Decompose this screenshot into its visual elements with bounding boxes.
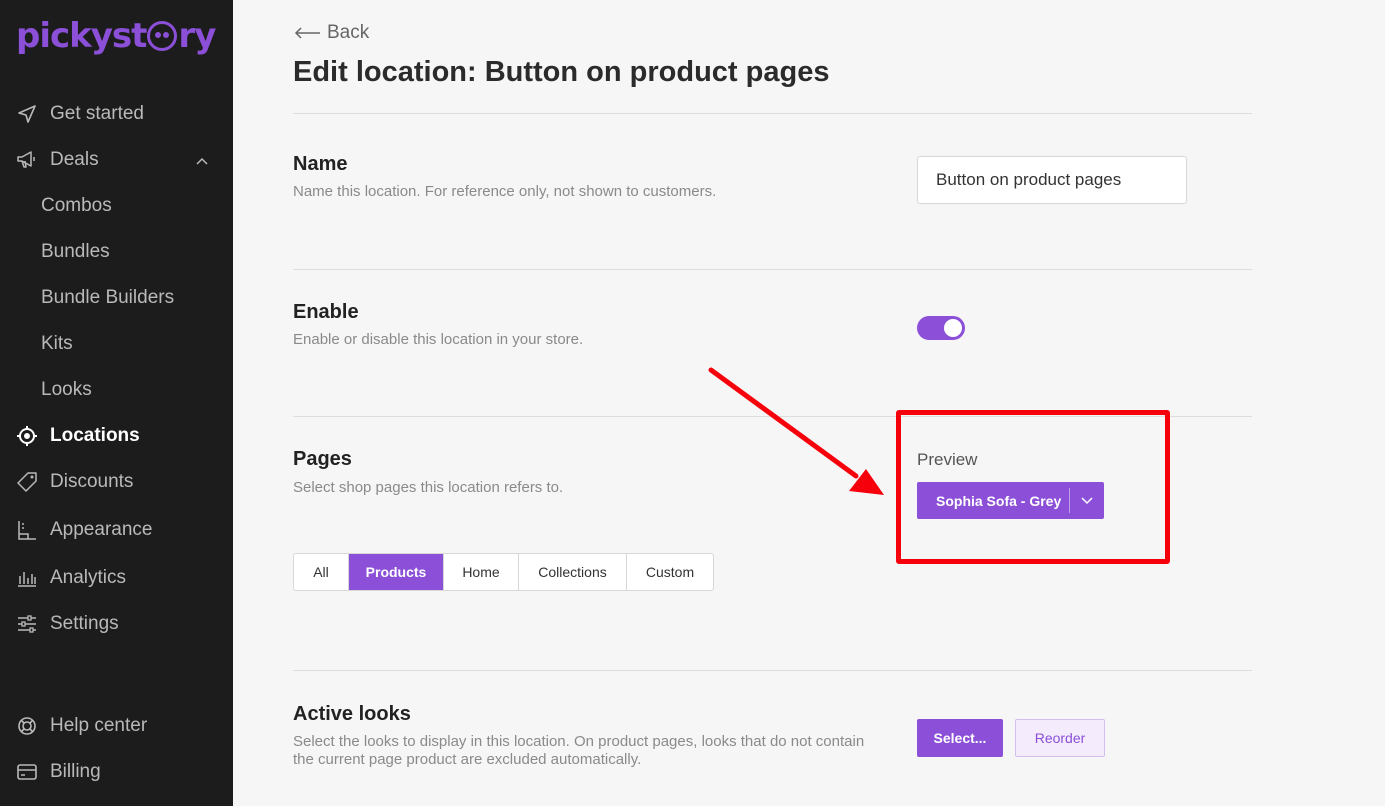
sidebar: pickyst ry Get started Deals Combos Bund…	[0, 0, 233, 806]
sidebar-item-label: Billing	[50, 761, 101, 782]
active-looks-section-title: Active looks	[293, 703, 411, 725]
tag-icon	[14, 470, 40, 494]
chevron-up-icon	[195, 152, 209, 174]
enable-toggle[interactable]	[917, 316, 965, 340]
sidebar-item-label: Help center	[50, 715, 148, 736]
sidebar-item-label: Get started	[50, 103, 144, 124]
back-label: Back	[327, 22, 370, 43]
page-title: Edit location: Button on product pages	[293, 56, 830, 88]
enable-section-description: Enable or disable this location in your …	[293, 331, 584, 348]
appearance-icon	[14, 518, 40, 542]
sidebar-item-label: Appearance	[50, 519, 153, 540]
pages-section-title: Pages	[293, 448, 352, 470]
sidebar-item-label: Analytics	[50, 567, 127, 588]
sidebar-item-combos[interactable]: Combos	[0, 186, 233, 226]
sidebar-item-label: Locations	[50, 425, 140, 446]
pages-section-description: Select shop pages this location refers t…	[293, 479, 564, 496]
megaphone-icon	[14, 148, 40, 172]
sidebar-item-appearance[interactable]: Appearance	[0, 510, 233, 550]
pickystory-logo[interactable]: pickyst ry	[16, 12, 216, 60]
enable-section-title: Enable	[293, 301, 359, 323]
target-icon	[14, 424, 40, 448]
name-section-description: Name this location. For reference only, …	[293, 183, 717, 200]
divider	[293, 670, 1252, 671]
sidebar-item-label: Combos	[41, 195, 112, 216]
page-type-tabs: All Products Home Collections Custom	[293, 553, 714, 591]
logo-face-icon	[147, 21, 178, 51]
sliders-icon	[14, 612, 40, 636]
sidebar-item-label: Deals	[50, 149, 99, 170]
arrow-left-icon	[294, 27, 320, 39]
name-section-title: Name	[293, 153, 348, 175]
sidebar-item-label: Bundles	[41, 241, 110, 262]
divider	[293, 269, 1252, 270]
sidebar-item-label: Bundle Builders	[41, 287, 175, 308]
tab-custom[interactable]: Custom	[627, 554, 713, 590]
active-looks-description-line2: the current page product are excluded au…	[293, 751, 642, 768]
sidebar-item-deals[interactable]: Deals	[0, 140, 233, 180]
divider	[293, 113, 1252, 114]
sidebar-item-locations[interactable]: Locations	[0, 416, 233, 456]
active-looks-description-line1: Select the looks to display in this loca…	[293, 733, 865, 750]
tab-home[interactable]: Home	[444, 554, 519, 590]
toggle-knob	[944, 319, 962, 337]
sidebar-item-settings[interactable]: Settings	[0, 604, 233, 644]
select-looks-button[interactable]: Select...	[917, 719, 1003, 757]
sidebar-item-label: Settings	[50, 613, 119, 634]
highlight-box	[896, 410, 1170, 564]
sidebar-item-label: Looks	[41, 379, 92, 400]
bar-chart-icon	[14, 566, 40, 590]
sidebar-item-label: Kits	[41, 333, 73, 354]
tab-all[interactable]: All	[294, 554, 349, 590]
tab-products[interactable]: Products	[349, 554, 444, 590]
lifebuoy-icon	[14, 714, 40, 738]
back-link[interactable]: Back	[293, 22, 369, 44]
tab-collections[interactable]: Collections	[519, 554, 627, 590]
sidebar-item-analytics[interactable]: Analytics	[0, 558, 233, 598]
sidebar-item-bundles[interactable]: Bundles	[0, 232, 233, 272]
location-name-input[interactable]	[917, 156, 1187, 204]
sidebar-item-label: Discounts	[50, 471, 134, 492]
reorder-looks-button[interactable]: Reorder	[1015, 719, 1105, 757]
sidebar-item-kits[interactable]: Kits	[0, 324, 233, 364]
credit-card-icon	[14, 760, 40, 784]
send-icon	[14, 102, 40, 126]
sidebar-item-get-started[interactable]: Get started	[0, 94, 233, 134]
sidebar-item-looks[interactable]: Looks	[0, 370, 233, 410]
sidebar-item-bundle-builders[interactable]: Bundle Builders	[0, 278, 233, 318]
logo-text-end: ry	[178, 16, 216, 56]
sidebar-item-billing[interactable]: Billing	[0, 752, 233, 792]
logo-text-start: pickyst	[16, 16, 147, 56]
sidebar-item-discounts[interactable]: Discounts	[0, 462, 233, 502]
sidebar-item-help-center[interactable]: Help center	[0, 706, 233, 746]
